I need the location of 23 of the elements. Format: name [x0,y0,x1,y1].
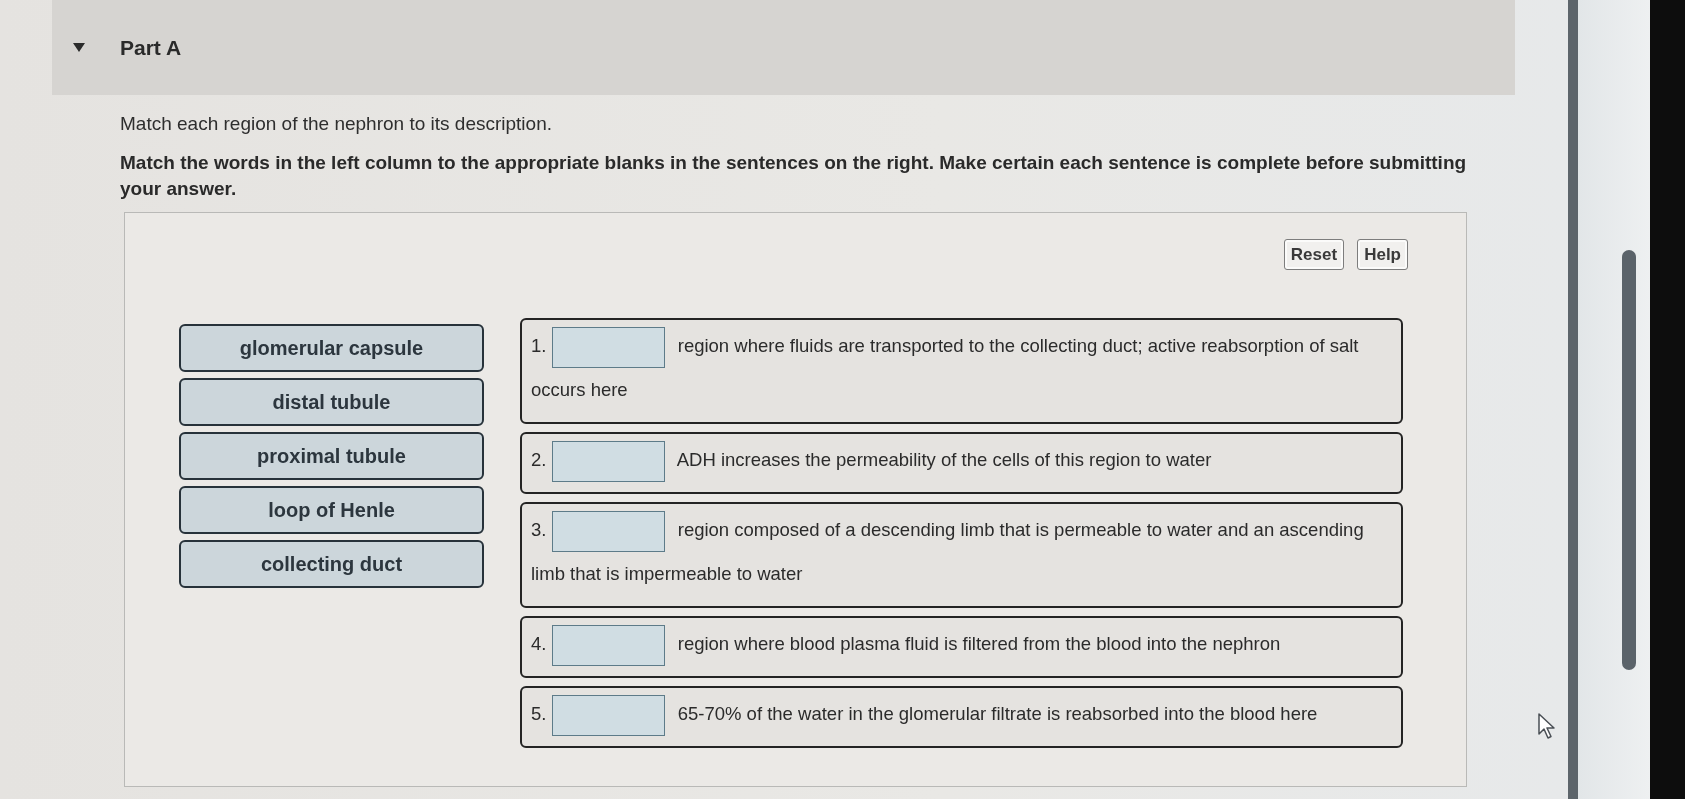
word-tile[interactable]: distal tubule [179,378,484,426]
sentence-text: 4. region where blood plasma fluid is filtered from the blood into the nephron [531,622,1379,666]
sentence-text: 5. 65-70% of the water in the glomerular filtrate is reabsorbed into the blood here [531,692,1379,736]
help-button[interactable]: Help [1357,239,1408,270]
answer-box[interactable] [551,440,665,482]
answer-box[interactable] [551,326,665,368]
word-tile[interactable]: proximal tubule [179,432,484,480]
sentence-text: 2. ADH increases the permeability of the cells of this region to water [531,438,1379,482]
word-tile[interactable]: loop of Henle [179,486,484,534]
answer-box[interactable] [551,510,665,552]
instructions-text: Match the words in the left column to the appropriate blanks in the sentences on the right. Make certain each sentence is complete before submitting your answer. [120,151,1468,201]
answer-box[interactable] [551,624,665,666]
scrollbar-thumb[interactable] [1622,250,1636,670]
word-tile[interactable]: glomerular capsule [179,324,484,372]
intro-text: Match each region of the nephron to its description. [120,112,552,135]
caret-icon[interactable] [73,43,85,52]
sentence-text: 3. region composed of a descending limb that is permeable to water and an ascending limb that is impermeable to water [531,508,1379,596]
answer-box[interactable] [551,694,665,736]
cursor-icon [1538,713,1557,739]
section-title: Part A [120,35,182,60]
reset-button[interactable]: Reset [1283,239,1345,270]
word-tile[interactable]: collecting duct [179,540,484,588]
sentence-text: 1. region where fluids are transported to the collecting duct; active reabsorption of salt occurs here [531,324,1379,412]
